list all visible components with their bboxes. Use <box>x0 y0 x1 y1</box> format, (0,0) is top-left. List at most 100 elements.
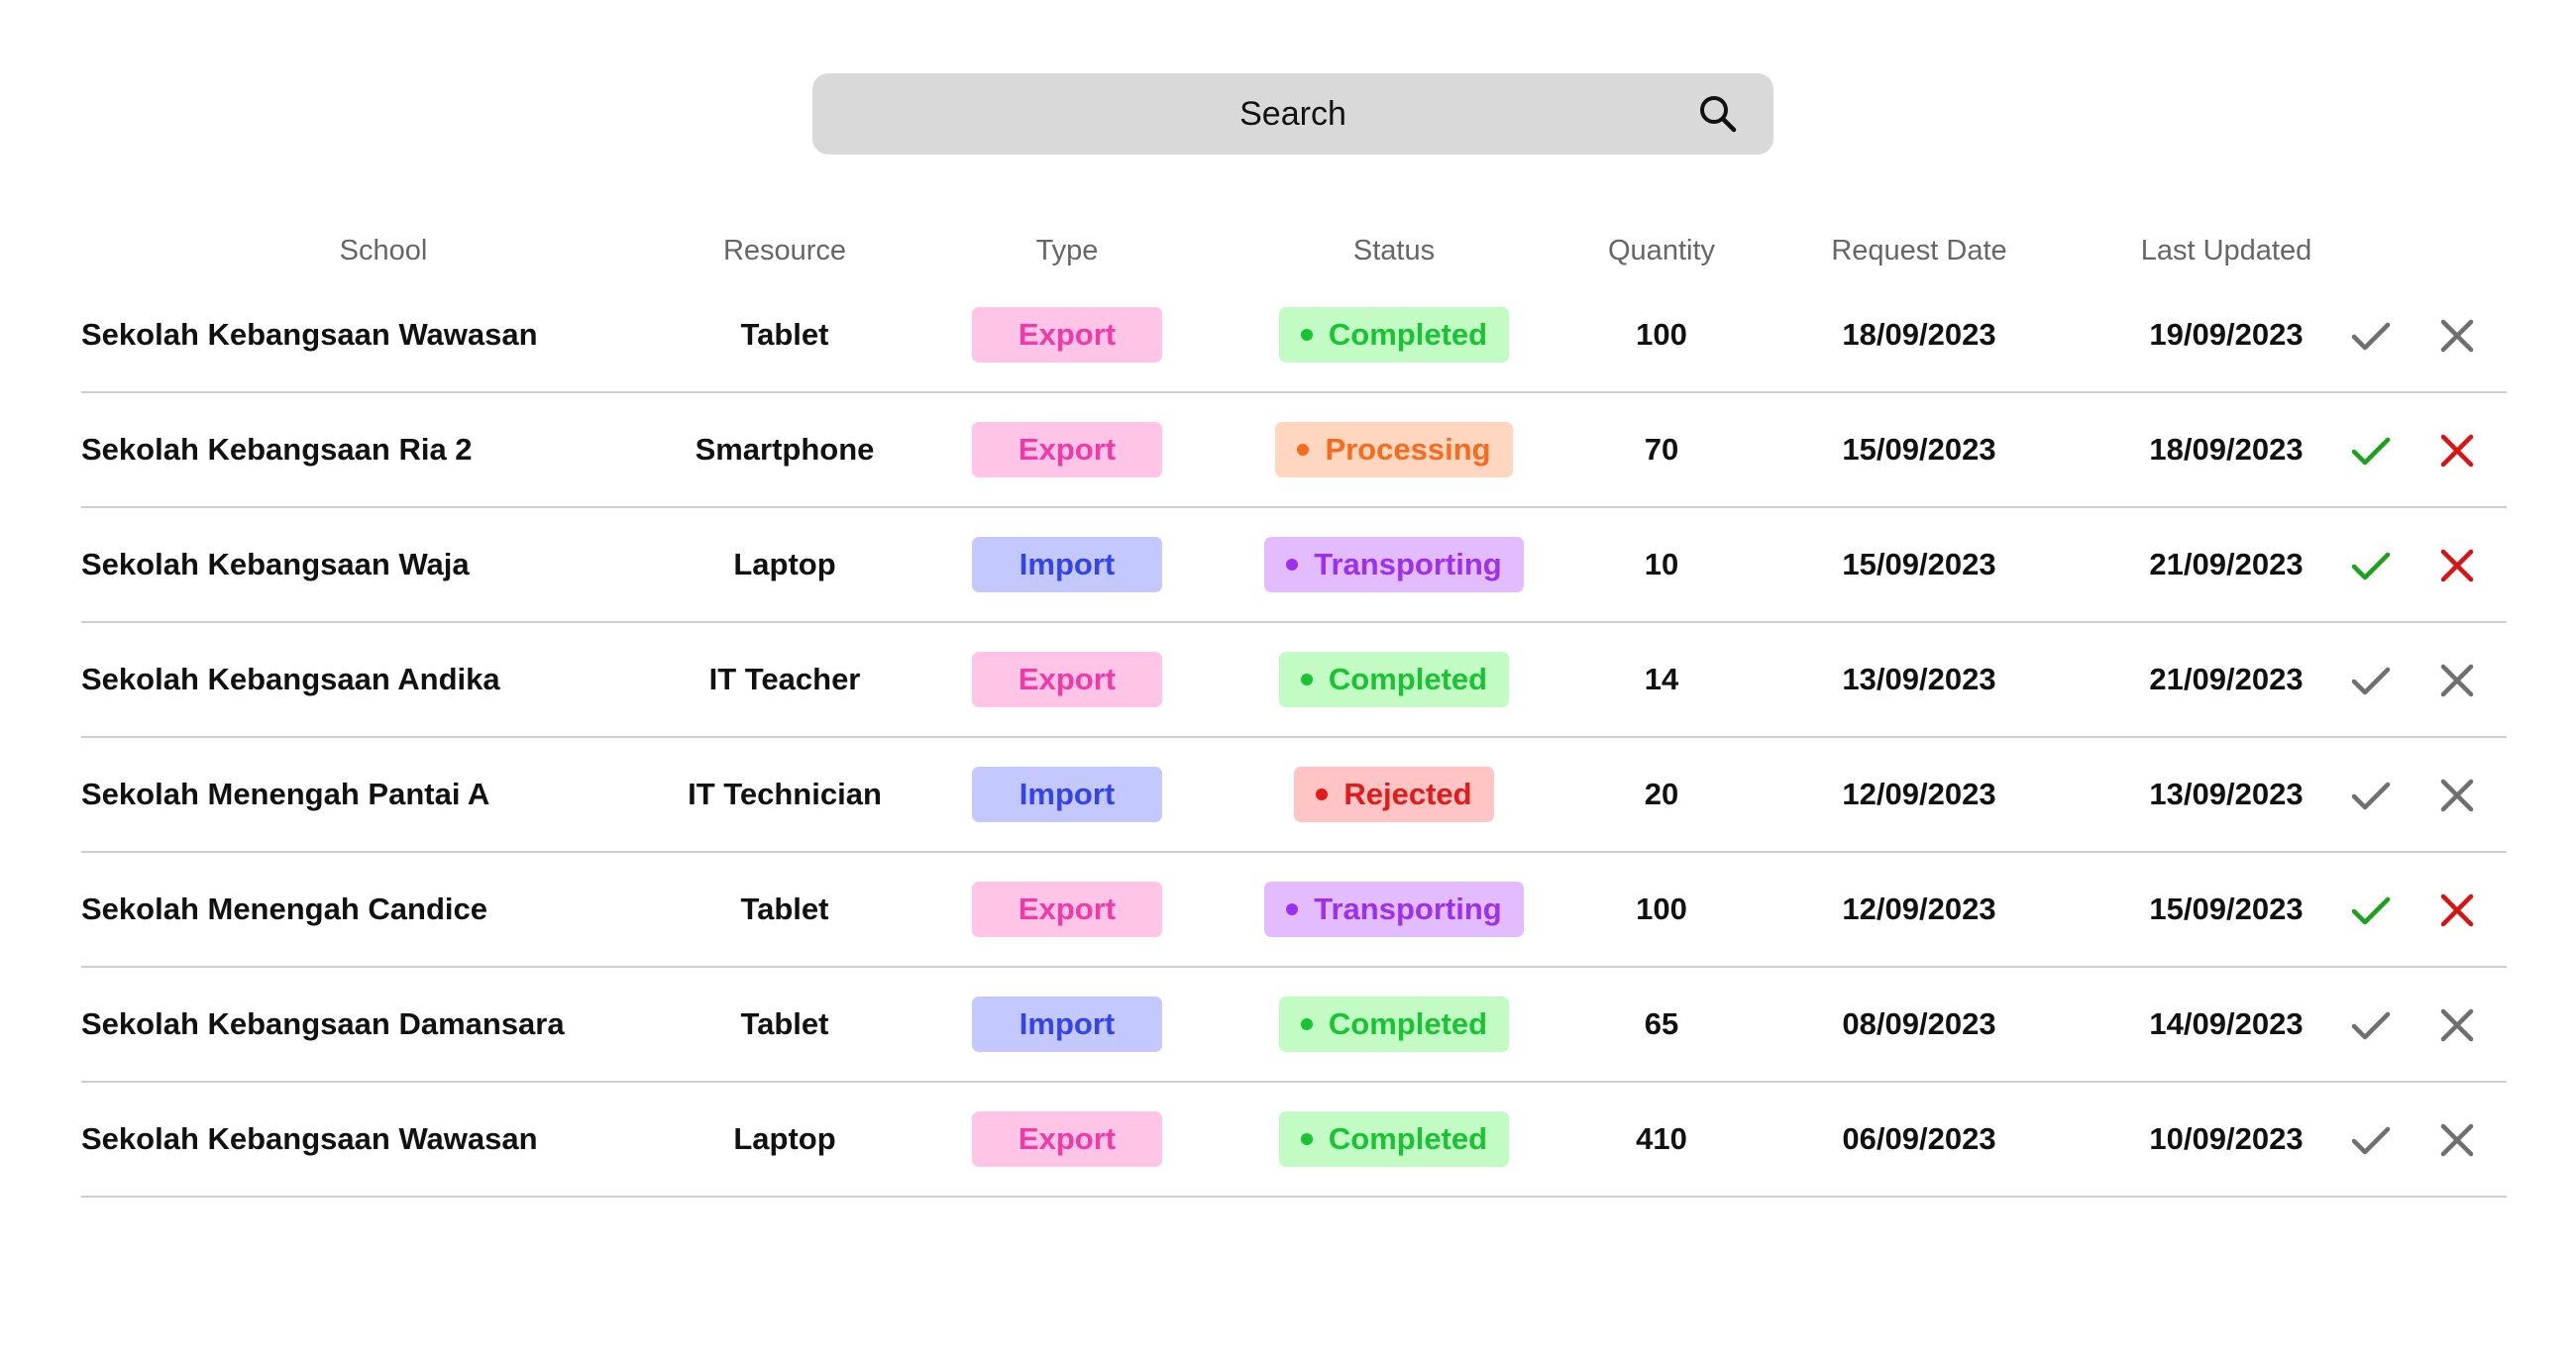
type-badge: Export <box>972 882 1162 937</box>
approve-check-icon[interactable] <box>2350 1004 2392 1046</box>
resource-cell: IT Teacher <box>708 662 861 696</box>
search-label: Search <box>1239 95 1346 133</box>
type-cell: Export <box>943 393 1191 506</box>
request-date-cell: 12/09/2023 <box>1842 777 1996 811</box>
last-updated-cell: 19/09/2023 <box>2149 317 2304 352</box>
type-cell: Export <box>943 623 1191 736</box>
type-cell: Export <box>943 853 1191 966</box>
request-date-cell: 13/09/2023 <box>1842 662 1996 696</box>
reject-close-icon[interactable] <box>2436 775 2478 816</box>
last-updated-cell: 14/09/2023 <box>2149 1006 2304 1041</box>
approve-check-icon[interactable] <box>2350 315 2392 357</box>
status-dot-icon <box>1297 444 1310 456</box>
request-date-cell: 18/09/2023 <box>1842 317 1996 352</box>
status-cell: Completed <box>1231 1083 1557 1196</box>
school-cell: Sekolah Kebangsaan Ria 2 <box>81 432 473 467</box>
approve-check-icon[interactable] <box>2350 890 2392 931</box>
reject-close-icon[interactable] <box>2436 1119 2478 1161</box>
table-row[interactable]: Sekolah Kebangsaan Waja Laptop Import Trans… <box>81 508 2507 623</box>
approve-check-icon[interactable] <box>2350 430 2392 472</box>
type-badge: Export <box>972 422 1162 477</box>
status-label: Completed <box>1328 317 1488 352</box>
status-dot-icon <box>1300 329 1313 341</box>
status-dot-icon <box>1316 788 1329 800</box>
status-badge: Completed <box>1278 1111 1510 1167</box>
request-date-cell: 08/09/2023 <box>1842 1006 1996 1041</box>
table-row[interactable]: Sekolah Kebangsaan Wawasan Laptop Export Co… <box>81 1083 2507 1198</box>
school-cell: Sekolah Menengah Candice <box>81 892 487 926</box>
status-label: Completed <box>1328 1121 1488 1156</box>
resource-cell: Smartphone <box>695 432 875 467</box>
last-updated-cell: 10/09/2023 <box>2149 1121 2304 1156</box>
school-cell: Sekolah Kebangsaan Damansara <box>81 1006 565 1041</box>
table-row[interactable]: Sekolah Menengah Pantai A IT Technician Im… <box>81 738 2507 853</box>
column-header-status: Status <box>1352 235 1436 266</box>
type-cell: Export <box>943 1083 1191 1196</box>
column-header-type: Type <box>1035 235 1099 266</box>
column-header-school: School <box>339 235 428 266</box>
type-badge: Import <box>972 997 1162 1052</box>
reject-close-icon[interactable] <box>2436 890 2478 931</box>
request-date-cell: 06/09/2023 <box>1842 1121 1996 1156</box>
resource-cell: IT Technician <box>688 777 882 811</box>
type-cell: Import <box>943 968 1191 1081</box>
column-header-request-date: Request Date <box>1831 235 2007 266</box>
table-row[interactable]: Sekolah Kebangsaan Damansara Tablet Import… <box>81 968 2507 1083</box>
status-badge: Completed <box>1278 997 1510 1052</box>
reject-close-icon[interactable] <box>2436 315 2478 357</box>
reject-close-icon[interactable] <box>2436 430 2478 472</box>
resource-cell: Tablet <box>740 317 829 352</box>
status-badge: Completed <box>1278 307 1510 363</box>
table-row[interactable]: Sekolah Kebangsaan Ria 2 Smartphone Export… <box>81 393 2507 508</box>
status-label: Transporting <box>1314 892 1502 926</box>
status-dot-icon <box>1286 903 1299 915</box>
request-date-cell: 15/09/2023 <box>1842 547 1996 581</box>
request-date-cell: 15/09/2023 <box>1842 432 1996 467</box>
last-updated-cell: 21/09/2023 <box>2149 547 2304 581</box>
reject-close-icon[interactable] <box>2436 1004 2478 1046</box>
table-row[interactable]: Sekolah Menengah Candice Tablet Export Tran… <box>81 853 2507 968</box>
status-dot-icon <box>1300 674 1313 685</box>
school-cell: Sekolah Kebangsaan Wawasan <box>81 317 538 352</box>
status-badge: Rejected <box>1294 767 1494 822</box>
type-badge: Export <box>972 307 1162 363</box>
status-dot-icon <box>1286 559 1299 571</box>
resource-cell: Tablet <box>740 1006 829 1041</box>
status-badge: Transporting <box>1264 882 1524 937</box>
school-cell: Sekolah Kebangsaan Wawasan <box>81 1121 538 1156</box>
status-cell: Transporting <box>1231 853 1557 966</box>
status-cell: Rejected <box>1231 738 1557 851</box>
status-label: Transporting <box>1314 547 1502 581</box>
approve-check-icon[interactable] <box>2350 545 2392 586</box>
status-label: Completed <box>1328 1006 1488 1041</box>
reject-close-icon[interactable] <box>2436 545 2478 586</box>
status-label: Completed <box>1328 662 1488 696</box>
table-header: School Resource Type Status Quantity Req… <box>81 226 2507 275</box>
type-cell: Import <box>943 508 1191 621</box>
school-cell: Sekolah Kebangsaan Andika <box>81 662 500 696</box>
status-badge: Processing <box>1275 422 1513 477</box>
table-row[interactable]: Sekolah Kebangsaan Andika IT Teacher Expor… <box>81 623 2507 738</box>
status-badge: Completed <box>1278 652 1510 707</box>
approve-check-icon[interactable] <box>2350 1119 2392 1161</box>
type-badge: Import <box>972 767 1162 822</box>
status-cell: Processing <box>1231 393 1557 506</box>
type-badge: Export <box>972 1111 1162 1167</box>
status-badge: Transporting <box>1264 537 1524 592</box>
approve-check-icon[interactable] <box>2350 775 2392 816</box>
status-cell: Transporting <box>1231 508 1557 621</box>
school-cell: Sekolah Menengah Pantai A <box>81 777 490 811</box>
status-dot-icon <box>1300 1133 1313 1145</box>
table-row[interactable]: Sekolah Kebangsaan Wawasan Tablet Export Co… <box>81 278 2507 393</box>
type-cell: Import <box>943 738 1191 851</box>
last-updated-cell: 13/09/2023 <box>2149 777 2304 811</box>
reject-close-icon[interactable] <box>2436 660 2478 701</box>
last-updated-cell: 18/09/2023 <box>2149 432 2304 467</box>
type-badge: Import <box>972 537 1162 592</box>
approve-check-icon[interactable] <box>2350 660 2392 701</box>
last-updated-cell: 21/09/2023 <box>2149 662 2304 696</box>
search-icon[interactable] <box>1697 93 1739 135</box>
column-header-last-updated: Last Updated <box>2140 235 2312 266</box>
resource-cell: Laptop <box>733 1121 836 1156</box>
search-bar[interactable]: Search <box>812 73 1773 155</box>
